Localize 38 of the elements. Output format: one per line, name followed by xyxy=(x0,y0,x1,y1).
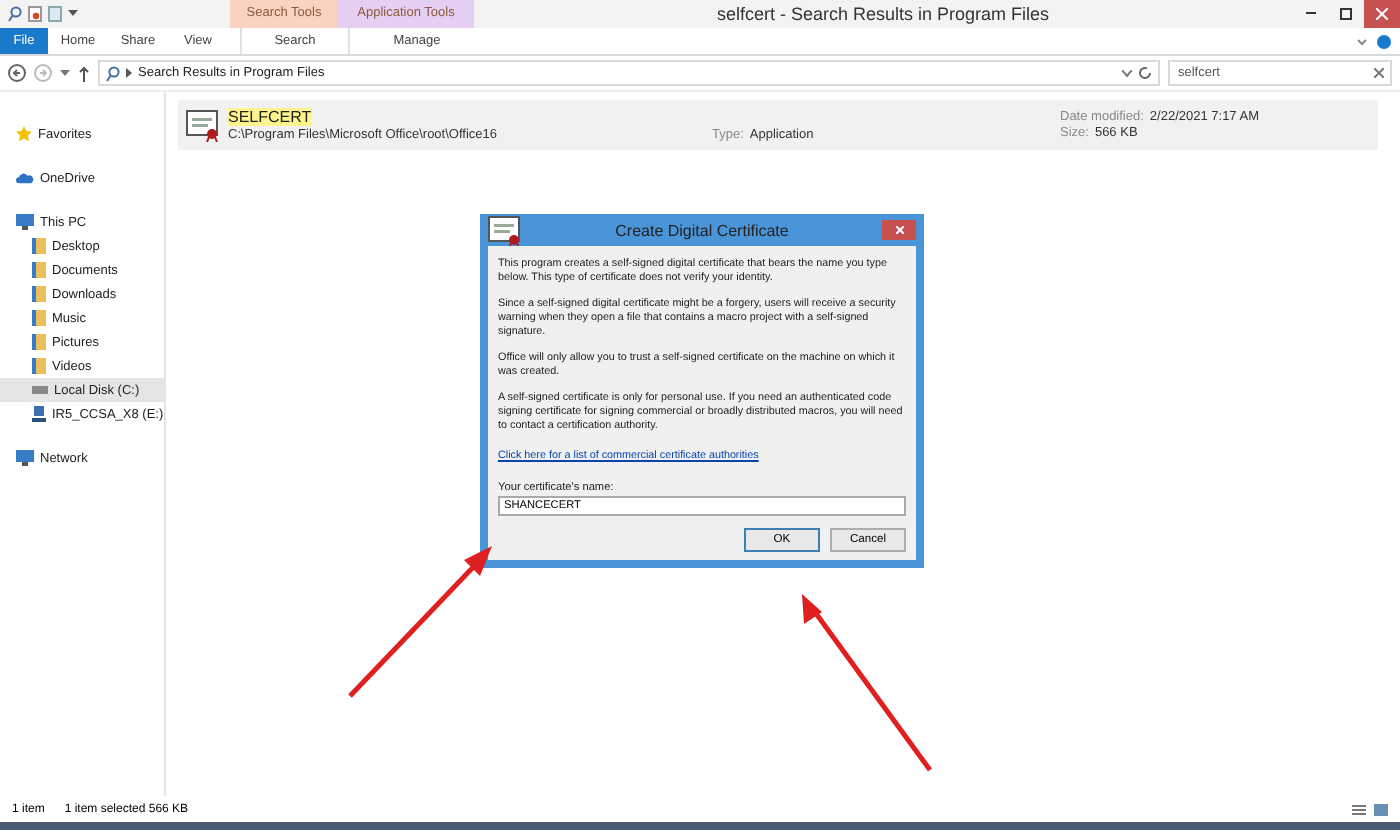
close-icon xyxy=(895,226,903,234)
file-name: SELFCERT xyxy=(228,108,312,126)
document-icon[interactable] xyxy=(28,6,42,22)
folder-icon xyxy=(32,358,46,374)
back-icon[interactable] xyxy=(8,64,26,82)
network-drive-icon xyxy=(32,406,46,422)
certificate-icon xyxy=(488,213,522,247)
drive-icon xyxy=(32,384,48,396)
details-view-icon[interactable] xyxy=(1352,803,1366,815)
arrow-icon xyxy=(344,540,496,700)
dropdown-icon[interactable] xyxy=(1122,69,1132,77)
folder-icon xyxy=(32,262,46,278)
search-icon xyxy=(106,65,120,81)
close-icon[interactable] xyxy=(1374,68,1384,78)
close-icon xyxy=(1376,8,1388,20)
close-button[interactable] xyxy=(1364,0,1400,28)
minimize-icon xyxy=(1305,12,1315,16)
folder-icon xyxy=(32,310,46,326)
refresh-icon[interactable] xyxy=(1138,66,1152,80)
maximize-icon xyxy=(1340,8,1352,20)
network-icon xyxy=(16,450,34,466)
folder-icon xyxy=(32,286,46,302)
window-title: selfcert - Search Results in Program Files xyxy=(714,2,1052,28)
arrow-icon xyxy=(796,588,936,774)
certificate-icon xyxy=(186,108,220,142)
chevron-icon xyxy=(126,68,132,78)
star-icon xyxy=(16,126,32,142)
search-icon[interactable] xyxy=(8,6,22,22)
up-arrow-icon[interactable] xyxy=(78,65,90,81)
computer-icon xyxy=(16,214,34,230)
folder-icon xyxy=(32,334,46,350)
dropdown-icon[interactable] xyxy=(68,10,78,18)
tiles-view-icon[interactable] xyxy=(1374,803,1388,815)
dialog-title: Create Digital Certificate xyxy=(613,221,791,239)
close-button[interactable] xyxy=(882,220,916,240)
dropdown-icon[interactable] xyxy=(60,69,70,77)
cloud-icon xyxy=(16,172,34,184)
folder-icon xyxy=(32,238,46,254)
